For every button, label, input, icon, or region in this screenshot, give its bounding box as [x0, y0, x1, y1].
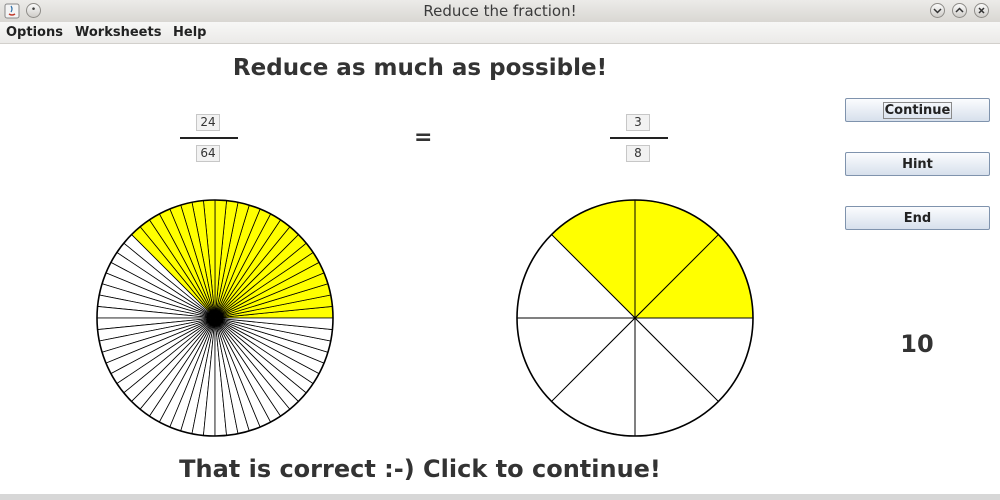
close-icon	[978, 7, 985, 14]
score-counter: 10	[900, 330, 934, 358]
continue-button-label: Continue	[882, 101, 953, 119]
right-numerator-field[interactable]: 3	[626, 114, 650, 131]
menu-help[interactable]: Help	[173, 25, 206, 40]
window-title-bar: • Reduce the fraction!	[0, 0, 1000, 23]
maximize-button[interactable]	[952, 3, 967, 18]
window-title: Reduce the fraction!	[423, 2, 577, 20]
menu-worksheets[interactable]: Worksheets	[75, 25, 161, 40]
hint-button-label: Hint	[902, 156, 933, 172]
left-fraction-pie	[96, 199, 334, 437]
right-denominator-field[interactable]: 8	[626, 145, 650, 162]
menu-options[interactable]: Options	[6, 25, 63, 40]
continue-button[interactable]: Continue	[845, 98, 990, 122]
close-button[interactable]	[974, 3, 989, 18]
end-button-label: End	[903, 210, 932, 226]
end-button[interactable]: End	[845, 206, 990, 230]
left-denominator-field[interactable]: 64	[196, 145, 220, 162]
left-fraction-bar	[180, 137, 238, 139]
chevron-down-icon	[933, 8, 942, 14]
right-fraction-bar	[610, 137, 668, 139]
minimize-button[interactable]	[930, 3, 945, 18]
chevron-up-icon	[955, 7, 964, 13]
left-numerator-field[interactable]: 24	[196, 114, 220, 131]
window-bottom-edge	[0, 494, 1000, 500]
status-message[interactable]: That is correct :-) Click to continue!	[120, 455, 720, 483]
hint-button[interactable]: Hint	[845, 152, 990, 176]
menu-bar: Options Worksheets Help	[0, 22, 1000, 44]
equals-sign: =	[414, 125, 433, 150]
instruction-heading: Reduce as much as possible!	[232, 55, 608, 81]
right-fraction-pie	[516, 199, 754, 437]
